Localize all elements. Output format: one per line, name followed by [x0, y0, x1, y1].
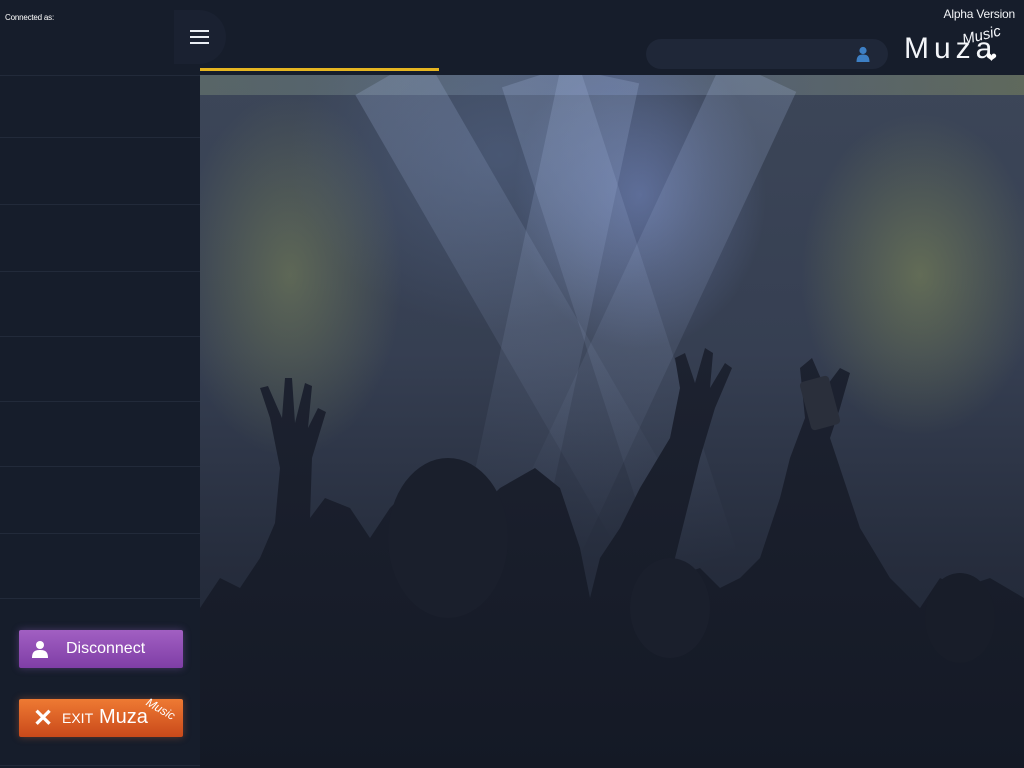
- sidebar: Connected as: Disconnect ✕ EXIT Muza Mus…: [0, 0, 200, 768]
- concert-background-image: [200, 75, 1024, 768]
- user-icon: [32, 641, 48, 658]
- search-input[interactable]: [646, 39, 888, 69]
- muza-music-logo[interactable]: Muza Music ❤: [904, 23, 1014, 70]
- sidebar-divider: [0, 336, 200, 337]
- menu-button[interactable]: [174, 10, 226, 64]
- user-icon[interactable]: [856, 46, 870, 62]
- sidebar-divider: [0, 75, 200, 76]
- sidebar-divider: [0, 533, 200, 534]
- close-icon: ✕: [33, 705, 54, 732]
- exit-muza-button[interactable]: ✕ EXIT Muza Music: [19, 695, 183, 737]
- sidebar-divider: [0, 137, 200, 138]
- exit-label: EXIT: [62, 710, 94, 726]
- sidebar-divider: [0, 765, 200, 766]
- disconnect-button[interactable]: Disconnect: [19, 630, 183, 668]
- exit-logo-script: Music: [143, 695, 178, 723]
- crowd-silhouette: [200, 348, 1024, 768]
- sidebar-divider: [0, 271, 200, 272]
- heart-icon: ❤: [986, 50, 997, 65]
- alpha-version-label: Alpha Version: [943, 7, 1016, 21]
- connected-as-label: Connected as:: [5, 13, 54, 22]
- disconnect-label: Disconnect: [66, 640, 146, 657]
- sidebar-divider: [0, 466, 200, 467]
- loading-progress-bar: [200, 68, 439, 71]
- sidebar-divider: [0, 401, 200, 402]
- sidebar-divider: [0, 204, 200, 205]
- exit-logo-word: Muza: [99, 706, 148, 728]
- sidebar-divider: [0, 598, 200, 599]
